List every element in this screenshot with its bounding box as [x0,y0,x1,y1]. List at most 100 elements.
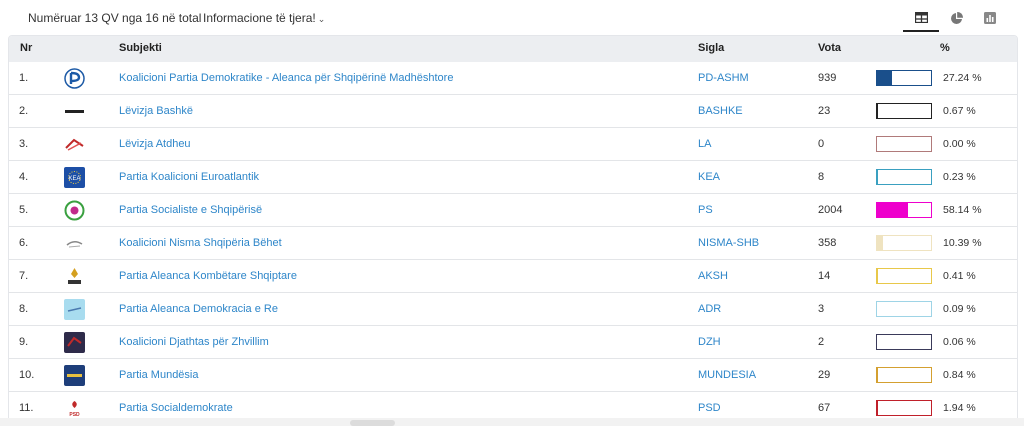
vote-count: 358 [818,237,837,249]
party-abbr-link[interactable]: AKSH [698,270,728,282]
vote-percent: 0.09 % [943,303,976,315]
vote-count: 0 [818,138,825,150]
vote-percent: 58.14 % [943,204,982,216]
scrollbar-thumb[interactable] [350,420,395,426]
svg-text:KEA: KEA [68,176,80,182]
vote-count: 939 [818,72,837,84]
vote-percent: 0.06 % [943,336,976,348]
row-number: 10. [19,369,35,381]
party-abbr-link[interactable]: KEA [698,171,720,183]
table-row: 1. Koalicioni Partia Demokratike - Aleanc… [9,62,1017,95]
more-info-dropdown[interactable]: Informacione të tjera! ⌄ [203,11,325,25]
party-name-link[interactable]: Partia Koalicioni Euroatlantik [119,171,259,183]
party-name-link[interactable]: Partia Socialiste e Shqipërisë [119,204,262,216]
table-row: 10. Partia Mundësia MUNDESIA 29 0.84 % [9,359,1017,392]
table-row: 7. Partia Aleanca Kombëtare Shqiptare AKSH… [9,260,1017,293]
vote-count: 29 [818,369,831,381]
vote-percent: 0.00 % [943,138,976,150]
table-icon [914,11,928,23]
results-toolbar: Numëruar 13 QV nga 16 në total Informaci… [0,0,1024,35]
party-name-link[interactable]: Partia Socialdemokrate [119,402,233,414]
vote-share-bar [876,268,932,284]
header-percent: % [940,42,950,54]
vote-count: 2004 [818,204,843,216]
table-row: 5. Partia Socialiste e Shqipërisë PS 2004 58… [9,194,1017,227]
row-number: 5. [19,204,29,216]
tab-pie-chart-view[interactable] [938,4,974,32]
vote-share-bar [876,202,932,218]
vote-percent: 0.41 % [943,270,976,282]
party-logo-icon [64,266,85,287]
vote-percent: 0.67 % [943,105,976,117]
party-logo-icon: KEA [64,167,85,188]
party-name-link[interactable]: Lëvizja Atdheu [119,138,191,150]
row-number: 6. [19,237,29,249]
row-number: 3. [19,138,29,150]
more-info-label: Informacione të tjera! [203,11,316,25]
vote-count: 23 [818,105,831,117]
party-name-link[interactable]: Koalicioni Nisma Shqipëria Bëhet [119,237,282,249]
vote-share-bar [876,136,932,152]
party-abbr-link[interactable]: LA [698,138,711,150]
party-abbr-link[interactable]: MUNDESIA [698,369,756,381]
table-row: 9. Koalicioni Djathtas për Zhvillim DZH 2 0.… [9,326,1017,359]
table-row: 2. Lëvizja Bashkë BASHKE 23 0.67 % [9,95,1017,128]
vote-count: 2 [818,336,825,348]
vote-percent: 1.94 % [943,402,976,414]
table-row: 3. Lëvizja Atdheu LA 0 0.00 % [9,128,1017,161]
party-logo-icon [64,332,85,353]
party-name-link[interactable]: Lëvizja Bashkë [119,105,193,117]
party-name-link[interactable]: Partia Aleanca Kombëtare Shqiptare [119,270,297,282]
party-abbr-link[interactable]: PSD [698,402,721,414]
party-logo-icon [64,365,85,386]
counted-status: Numëruar 13 QV nga 16 në total [28,11,202,25]
vote-count: 67 [818,402,831,414]
vote-share-bar [876,70,932,86]
row-number: 11. [19,402,34,414]
chevron-down-icon: ⌄ [317,14,326,24]
vote-count: 8 [818,171,825,183]
vote-count: 3 [818,303,825,315]
party-name-link[interactable]: Partia Aleanca Demokracia e Re [119,303,278,315]
party-abbr-link[interactable]: PS [698,204,713,216]
party-abbr-link[interactable]: DZH [698,336,721,348]
table-header: Nr Subjekti Sigla Vota % [9,36,1017,62]
vote-percent: 0.84 % [943,369,976,381]
horizontal-scrollbar[interactable] [0,418,1024,426]
party-logo-icon [64,233,85,254]
party-name-link[interactable]: Partia Mundësia [119,369,199,381]
row-number: 2. [19,105,29,117]
party-name-link[interactable]: Koalicioni Djathtas për Zhvillim [119,336,269,348]
vote-share-bar [876,334,932,350]
vote-share-bar [876,235,932,251]
row-number: 4. [19,171,29,183]
row-number: 8. [19,303,29,315]
party-abbr-link[interactable]: NISMA-SHB [698,237,759,249]
party-abbr-link[interactable]: BASHKE [698,105,743,117]
party-logo-icon [64,68,85,89]
header-nr: Nr [20,42,33,54]
vote-percent: 27.24 % [943,72,982,84]
tab-bar-chart-view[interactable] [972,4,1008,32]
party-logo-icon [64,299,85,320]
header-abbr: Sigla [698,42,725,54]
row-number: 1. [19,72,29,84]
party-name-link[interactable]: Koalicioni Partia Demokratike - Aleanca … [119,72,453,84]
party-abbr-link[interactable]: ADR [698,303,721,315]
bar-chart-icon [984,12,996,24]
party-abbr-link[interactable]: PD-ASHM [698,72,749,84]
vote-share-bar [876,301,932,317]
table-row: 8. Partia Aleanca Demokracia e Re ADR 3 0.09… [9,293,1017,326]
row-number: 7. [19,270,29,282]
table-row: 4. KEA Partia Koalicioni Euroatlantik KEA 8 0… [9,161,1017,194]
header-subject: Subjekti [119,42,162,54]
vote-count: 14 [818,270,831,282]
vote-share-bar [876,400,932,416]
results-table: Nr Subjekti Sigla Vota % 1. Koalicioni Pa… [8,35,1018,426]
party-logo-icon [64,134,85,155]
table-row: 6. Koalicioni Nisma Shqipëria Bëhet NISMA-… [9,227,1017,260]
vote-share-bar [876,103,932,119]
header-votes: Vota [818,42,842,54]
row-number: 9. [19,336,29,348]
tab-table-view[interactable] [903,4,939,32]
